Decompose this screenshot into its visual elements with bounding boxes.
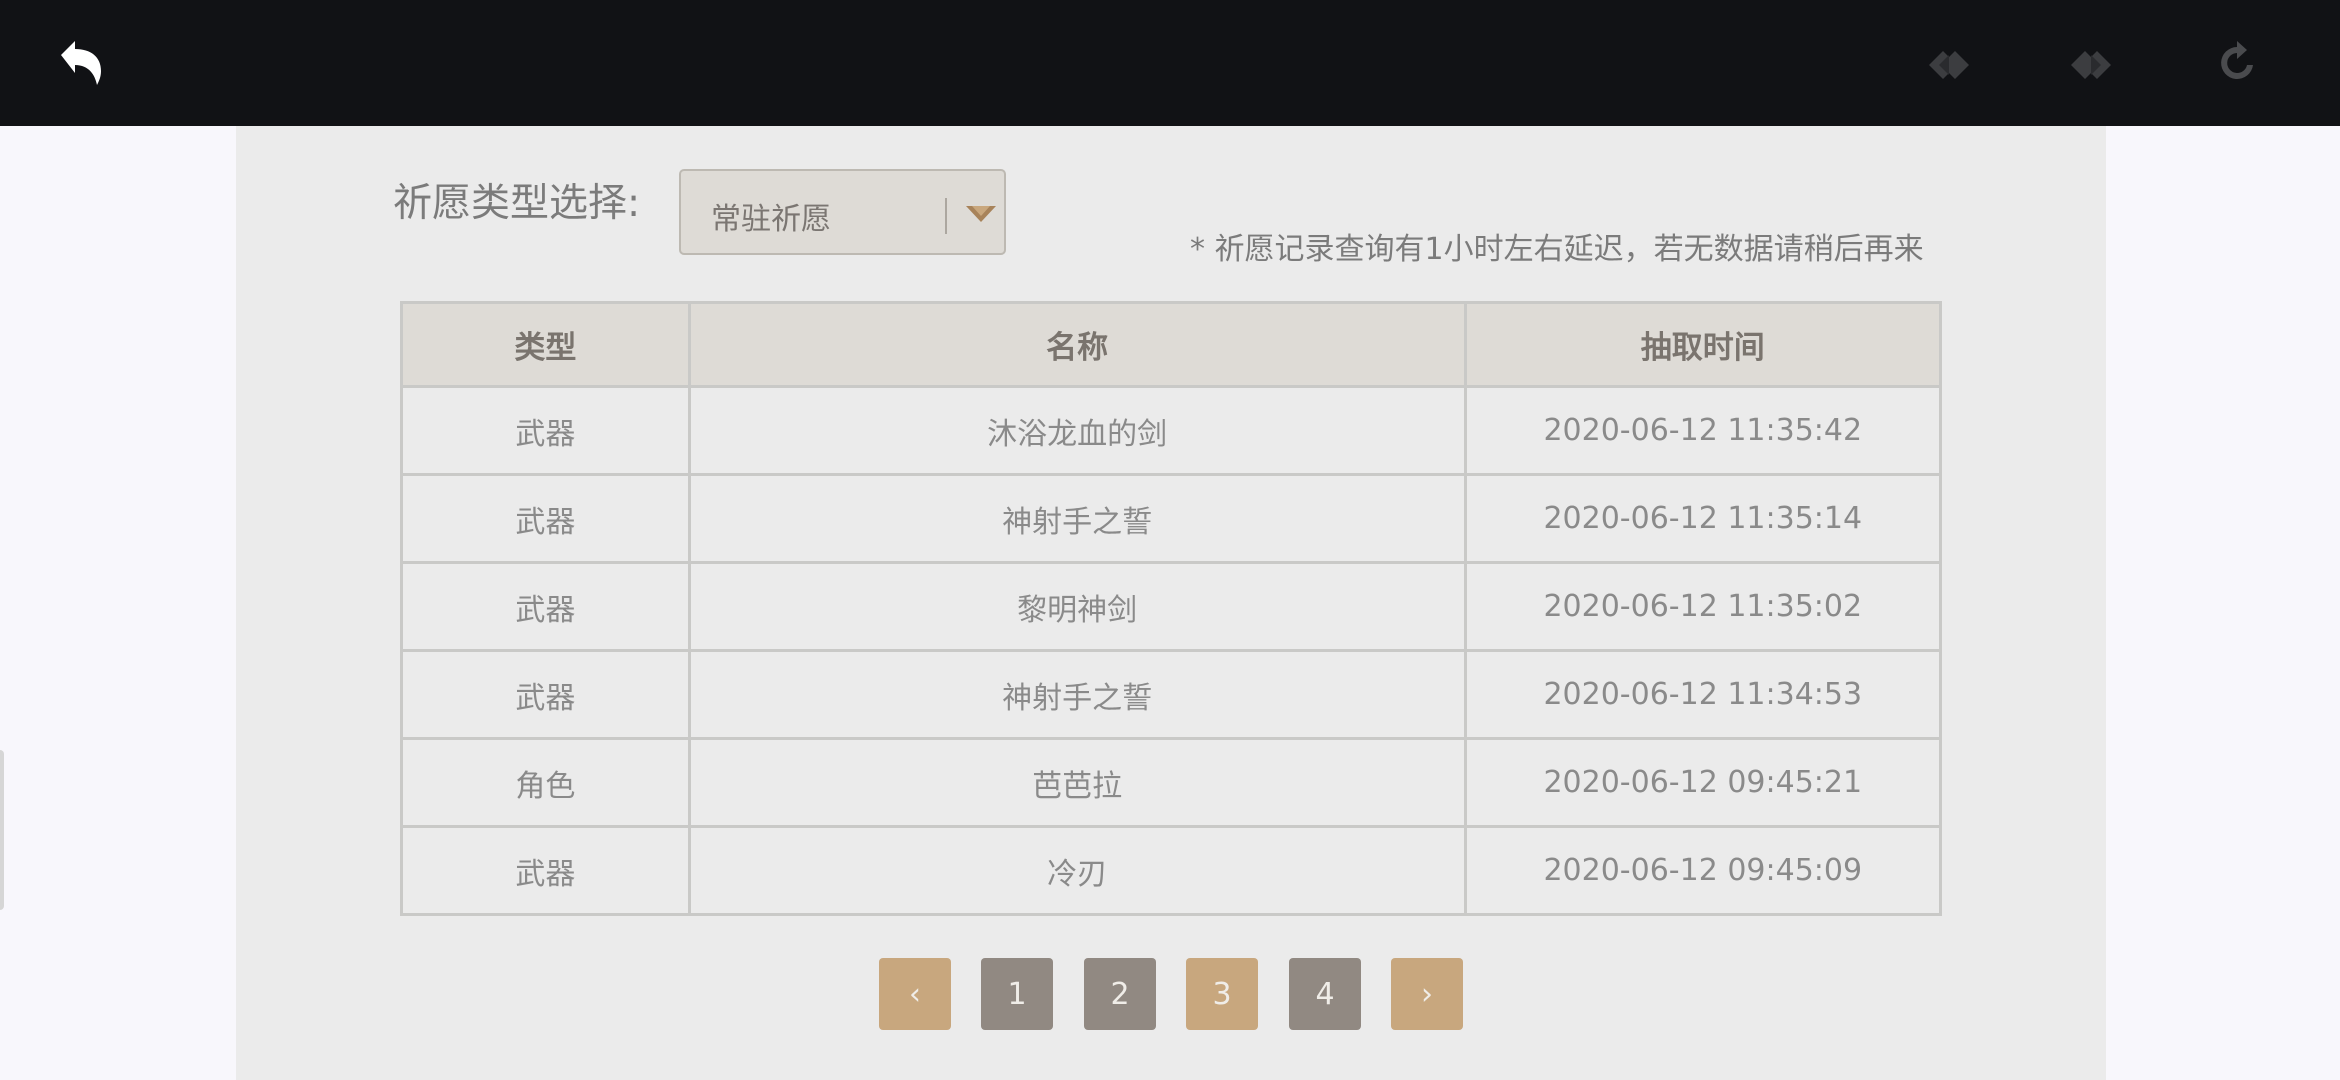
- cell-name: 沐浴龙血的剑: [687, 385, 1467, 476]
- header-name: 名称: [687, 301, 1467, 388]
- cell-time: 2020-06-12 11:34:53: [1463, 649, 1942, 740]
- wish-type-select[interactable]: 常驻祈愿: [679, 169, 1006, 255]
- top-bar: [0, 0, 2340, 126]
- cell-type: 武器: [400, 385, 691, 476]
- page-button-3[interactable]: 3: [1186, 958, 1258, 1030]
- cell-type: 武器: [400, 473, 691, 564]
- cell-name: 神射手之誓: [687, 649, 1467, 740]
- cell-type: 武器: [400, 561, 691, 652]
- refresh-icon[interactable]: [2206, 32, 2268, 94]
- table-row: 武器 冷刃 2020-06-12 09:45:09: [400, 825, 1942, 916]
- cell-type: 角色: [400, 737, 691, 828]
- cell-time: 2020-06-12 11:35:42: [1463, 385, 1942, 476]
- wish-history-table: 类型 名称 抽取时间 武器 沐浴龙血的剑 2020-06-12 11:35:42…: [400, 301, 1942, 916]
- delay-note: * 祈愿记录查询有1小时左右延迟，若无数据请稍后再来: [1190, 232, 1924, 267]
- table-header-row: 类型 名称 抽取时间: [400, 301, 1942, 388]
- cell-name: 黎明神剑: [687, 561, 1467, 652]
- select-value: 常驻祈愿: [711, 202, 831, 237]
- next-diamond-icon[interactable]: [2060, 34, 2122, 96]
- cell-name: 冷刃: [687, 825, 1467, 916]
- table-row: 武器 神射手之誓 2020-06-12 11:34:53: [400, 649, 1942, 740]
- table-row: 武器 沐浴龙血的剑 2020-06-12 11:35:42: [400, 385, 1942, 476]
- wish-history-panel: 祈愿类型选择: 常驻祈愿 * 祈愿记录查询有1小时左右延迟，若无数据请稍后再来 …: [236, 126, 2106, 1080]
- page-button-4[interactable]: 4: [1289, 958, 1361, 1030]
- cell-name: 芭芭拉: [687, 737, 1467, 828]
- cell-time: 2020-06-12 09:45:21: [1463, 737, 1942, 828]
- table-row: 角色 芭芭拉 2020-06-12 09:45:21: [400, 737, 1942, 828]
- prev-page-button[interactable]: ‹: [879, 958, 951, 1030]
- header-type: 类型: [400, 301, 691, 388]
- cell-time: 2020-06-12 11:35:14: [1463, 473, 1942, 564]
- filter-label: 祈愿类型选择:: [393, 181, 641, 226]
- next-page-button[interactable]: ›: [1391, 958, 1463, 1030]
- select-divider: [945, 198, 947, 234]
- cell-time: 2020-06-12 11:35:02: [1463, 561, 1942, 652]
- prev-diamond-icon[interactable]: [1918, 34, 1980, 96]
- edge-handle: [0, 750, 4, 910]
- cell-name: 神射手之誓: [687, 473, 1467, 564]
- table-row: 武器 神射手之誓 2020-06-12 11:35:14: [400, 473, 1942, 564]
- chevron-down-icon: [964, 200, 998, 228]
- page-button-2[interactable]: 2: [1084, 958, 1156, 1030]
- undo-arrow-icon[interactable]: [48, 30, 112, 94]
- header-time: 抽取时间: [1463, 301, 1942, 388]
- table-row: 武器 黎明神剑 2020-06-12 11:35:02: [400, 561, 1942, 652]
- cell-type: 武器: [400, 825, 691, 916]
- cell-type: 武器: [400, 649, 691, 740]
- page-button-1[interactable]: 1: [981, 958, 1053, 1030]
- cell-time: 2020-06-12 09:45:09: [1463, 825, 1942, 916]
